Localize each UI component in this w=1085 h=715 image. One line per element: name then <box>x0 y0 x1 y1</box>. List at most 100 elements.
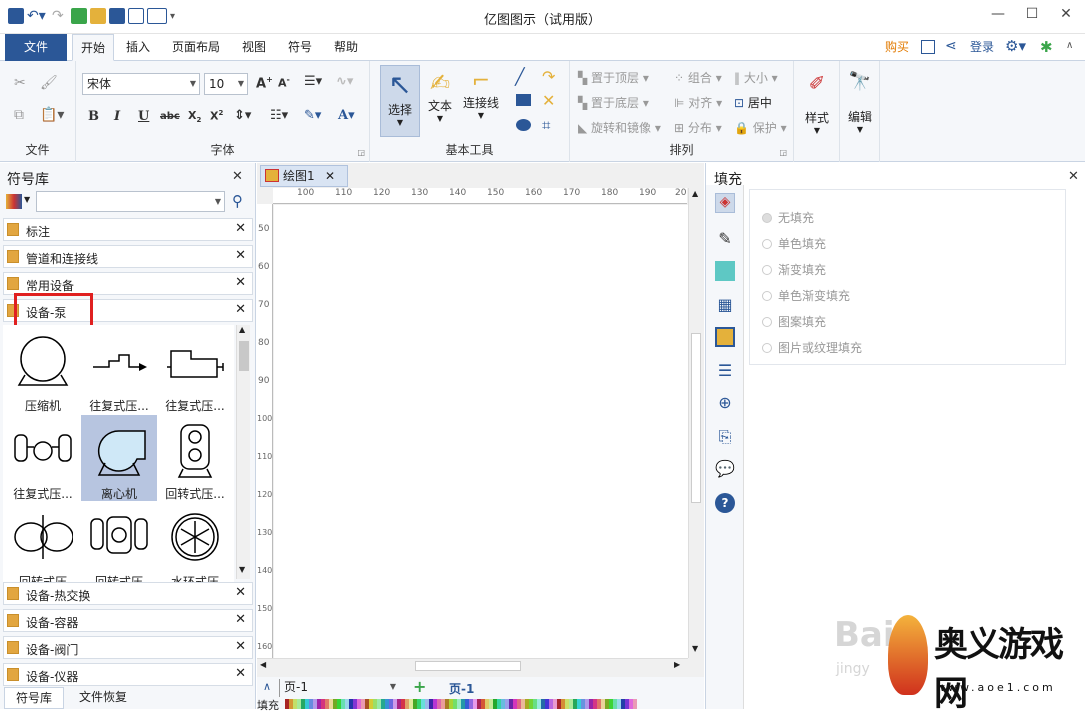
scroll-up-icon[interactable]: ▲ <box>239 325 245 334</box>
tab-symbol[interactable]: 符号 <box>280 34 320 61</box>
font-name-combo[interactable]: 宋体 ▼ <box>82 73 200 95</box>
page-icon[interactable]: ☰ <box>715 361 735 381</box>
distribute-button[interactable]: ⊞ 分布 ▾ <box>674 119 722 136</box>
scroll-left-icon[interactable]: ◀ <box>260 660 266 669</box>
tab-help[interactable]: 帮助 <box>326 34 366 61</box>
cross-tool-icon[interactable]: ✕ <box>542 91 555 110</box>
category-heat-exchange[interactable]: 设备-热交换 ✕ <box>3 582 253 605</box>
category-valves[interactable]: 设备-阀门 ✕ <box>3 636 253 659</box>
line-tool-icon[interactable]: ╱ <box>515 67 525 86</box>
category-annotation[interactable]: 标注 ✕ <box>3 218 253 241</box>
canvas-horizontal-scrollbar[interactable]: ◀ ▶ <box>257 658 688 673</box>
align-button[interactable]: ⊫ 对齐 ▾ <box>674 94 722 111</box>
fill-option-mono-gradient[interactable]: 单色渐变填充 <box>762 287 850 304</box>
close-icon[interactable]: ✕ <box>235 585 246 600</box>
globe-icon[interactable]: ⊕ <box>715 393 735 413</box>
close-icon[interactable]: ✕ <box>235 302 246 317</box>
size-button[interactable]: ‖ 大小 ▾ <box>734 69 778 86</box>
tab-symbol-library[interactable]: 符号库 <box>4 687 64 709</box>
line-spacing-icon[interactable]: ∿▾ <box>336 74 353 89</box>
close-icon[interactable]: ✕ <box>235 666 246 681</box>
comment-icon[interactable]: 💬 <box>715 459 735 479</box>
close-icon[interactable]: ✕ <box>235 248 246 263</box>
tab-view[interactable]: 视图 <box>234 34 274 61</box>
fill-panel-close-icon[interactable]: ✕ <box>1068 169 1079 184</box>
scroll-thumb[interactable] <box>691 333 701 503</box>
shape-reciprocating-1[interactable]: 往复式压... <box>81 327 157 413</box>
minimize-icon[interactable]: — <box>983 6 1013 22</box>
paste-icon[interactable]: 📋▾ <box>40 107 64 123</box>
shape-compressor[interactable]: 压缩机 <box>5 327 81 413</box>
collapse-ribbon-icon[interactable]: ∧ <box>1066 40 1073 51</box>
scroll-down-icon[interactable]: ▼ <box>239 565 245 574</box>
help-icon[interactable]: ? <box>715 493 735 513</box>
share-icon[interactable]: ⋖ <box>945 38 957 54</box>
scroll-down-icon[interactable]: ▼ <box>692 644 698 653</box>
tab-home[interactable]: 开始 <box>72 34 115 61</box>
category-vessels[interactable]: 设备-容器 ✕ <box>3 609 253 632</box>
line-pen-icon[interactable]: ✎ <box>715 229 735 249</box>
copy-icon[interactable]: ⧉ <box>14 107 24 123</box>
fill-option-picture[interactable]: 图片或纹理填充 <box>762 339 862 356</box>
style-button[interactable]: ✐ 样式 ▼ <box>798 65 836 137</box>
shape-reciprocating-3[interactable]: 往复式压... <box>5 415 81 501</box>
menu-file[interactable]: 文件 <box>5 34 67 61</box>
shape-centrifuge[interactable]: 离心机 <box>81 415 157 501</box>
close-icon[interactable]: ✕ <box>235 221 246 236</box>
bullets-icon[interactable]: ☷▾ <box>270 108 288 123</box>
scroll-right-icon[interactable]: ▶ <box>674 660 680 669</box>
chevron-up-icon[interactable]: ∧ <box>263 680 271 693</box>
image-icon[interactable]: ▦ <box>715 295 735 315</box>
grow-font-icon[interactable]: A+ <box>256 75 273 91</box>
bold-icon[interactable]: B <box>88 109 99 124</box>
highlight-icon[interactable]: ✎▾ <box>304 108 321 123</box>
tab-page-layout[interactable]: 页面布局 <box>164 34 228 61</box>
search-icon[interactable]: ⚲ <box>232 192 243 210</box>
center-button[interactable]: ⊡ 居中 <box>734 94 772 111</box>
layer-icon[interactable] <box>715 327 735 347</box>
close-icon[interactable]: ✕ <box>235 639 246 654</box>
chevron-down-icon[interactable]: ▼ <box>24 195 30 204</box>
buy-link[interactable]: 购买 <box>877 34 917 61</box>
scroll-thumb[interactable] <box>239 341 249 371</box>
select-button[interactable]: ↖ 选择 ▼ <box>380 65 420 137</box>
edit-button[interactable]: 🔭 编辑 ▼ <box>842 65 878 137</box>
connector-button[interactable]: ⌐ 连接线 ▼ <box>460 65 502 137</box>
strikethrough-icon[interactable]: abc <box>160 111 180 122</box>
rotate-mirror-button[interactable]: ◣ 旋转和镜像 ▾ <box>578 119 661 136</box>
shape-grid-scrollbar[interactable]: ▲ ▼ <box>236 325 250 579</box>
cut-icon[interactable]: ✂ <box>14 75 26 91</box>
page-select[interactable]: 页-1 ▼ <box>279 679 399 697</box>
fill-bucket-icon[interactable]: ◈ <box>715 193 735 213</box>
scroll-up-icon[interactable]: ▲ <box>692 189 698 198</box>
font-color-icon[interactable]: A▾ <box>338 108 355 123</box>
underline-icon[interactable]: U <box>138 109 149 124</box>
text-button[interactable]: ✍ 文本 ▼ <box>422 65 458 137</box>
shrink-font-icon[interactable]: A- <box>278 75 290 90</box>
shape-rotary-2[interactable]: 回转式压 <box>5 503 81 583</box>
library-search-input[interactable]: ▼ <box>36 191 225 212</box>
attachment-icon[interactable]: ⎘ <box>715 427 735 447</box>
font-dialog-launcher-icon[interactable]: ◲ <box>357 148 365 157</box>
subscript-icon[interactable]: X2 <box>188 109 201 124</box>
curve-tool-icon[interactable]: ↷ <box>542 67 555 86</box>
share-box-icon[interactable] <box>921 40 935 54</box>
close-icon[interactable]: ✕ <box>325 166 335 186</box>
category-pipes[interactable]: 管道和连接线 ✕ <box>3 245 253 268</box>
superscript-icon[interactable]: X2 <box>210 109 223 123</box>
fill-option-gradient[interactable]: 渐变填充 <box>762 261 826 278</box>
shape-rotary-3[interactable]: 回转式压 <box>81 503 157 583</box>
settings-gear-icon[interactable]: ⚙▾ <box>1005 37 1026 55</box>
addon-icon[interactable]: ✱ <box>1040 38 1053 56</box>
arrange-dialog-launcher-icon[interactable]: ◲ <box>779 148 787 157</box>
drawing-page[interactable] <box>274 205 688 658</box>
shape-liquid-ring[interactable]: 水环式压 <box>157 503 233 583</box>
canvas-vertical-scrollbar[interactable]: ▲ ▼ <box>688 188 703 658</box>
category-instruments[interactable]: 设备-仪器 ✕ <box>3 663 253 686</box>
close-icon[interactable]: ✕ <box>235 275 246 290</box>
ellipse-tool-icon[interactable] <box>516 119 531 131</box>
fill-option-solid[interactable]: 单色填充 <box>762 235 826 252</box>
document-tab[interactable]: 绘图1 ✕ <box>260 165 348 187</box>
group-button[interactable]: ⁘ 组合 ▾ <box>674 69 722 86</box>
format-painter-icon[interactable]: 🖌 <box>40 75 58 91</box>
